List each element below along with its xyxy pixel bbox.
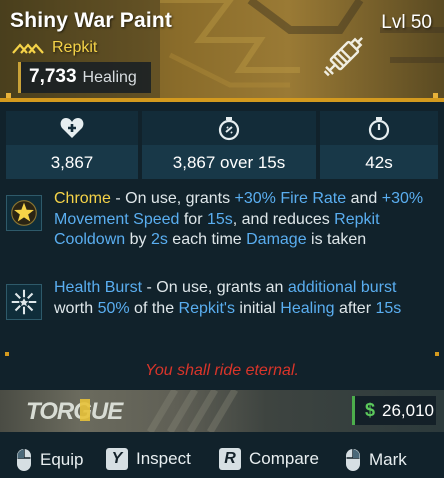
item-header: Shiny War Paint Lvl 50 Repkit 7,733 Heal… bbox=[0, 0, 444, 102]
item-level: Lvl 50 bbox=[381, 12, 432, 33]
chrome-star-icon bbox=[6, 195, 42, 231]
inspect-label: Inspect bbox=[136, 449, 191, 468]
item-type: Repkit bbox=[52, 39, 98, 56]
rarity-row: Repkit bbox=[12, 39, 97, 57]
mouse-right-icon bbox=[346, 449, 360, 471]
currency-icon: $ bbox=[365, 400, 376, 420]
item-name: Shiny War Paint bbox=[10, 9, 173, 32]
stat-value: 3,867 over 15s bbox=[172, 153, 286, 172]
equip-action[interactable]: Equip bbox=[16, 448, 83, 472]
rarity-chevrons-icon bbox=[12, 43, 44, 54]
stat-heal-amount: 3,867 bbox=[6, 111, 138, 179]
stats-row: 3,867 3,867 over 15s 42s bbox=[6, 111, 438, 179]
divider-marker-left bbox=[5, 352, 9, 356]
item-card: Shiny War Paint Lvl 50 Repkit 7,733 Heal… bbox=[0, 0, 444, 478]
inspect-action[interactable]: Y Inspect bbox=[106, 448, 191, 470]
perk-description: Health Burst - On use, grants an additio… bbox=[54, 279, 402, 317]
health-burst-icon bbox=[6, 284, 42, 320]
stat-value: 3,867 bbox=[50, 153, 94, 172]
stat-value: 42s bbox=[365, 153, 393, 172]
perk-description: Chrome - On use, grants +30% Fire Rate a… bbox=[54, 190, 424, 248]
mark-action[interactable]: Mark bbox=[345, 448, 407, 472]
healing-box: 7,733 Healing bbox=[18, 62, 151, 93]
header-gold-line bbox=[0, 98, 444, 102]
compare-action[interactable]: R Compare bbox=[219, 448, 319, 470]
stat-heal-over-time: 3,867 over 15s bbox=[142, 111, 316, 179]
flavor-text: You shall ride eternal. bbox=[145, 362, 299, 379]
price-box: $ 26,010 bbox=[352, 396, 436, 425]
torgue-logo: TORGUE bbox=[26, 398, 125, 425]
y-key-icon: Y bbox=[106, 448, 128, 470]
perk-name: Health Burst bbox=[54, 279, 143, 296]
perk-name: Chrome bbox=[54, 190, 111, 207]
mark-label: Mark bbox=[369, 450, 407, 469]
healing-value: 7,733 bbox=[29, 66, 77, 87]
perk-chrome: Chrome - On use, grants +30% Fire Rate a… bbox=[6, 189, 438, 251]
r-key-icon: R bbox=[219, 448, 241, 470]
cooldown-timer-icon bbox=[368, 117, 390, 141]
healing-label: Healing bbox=[82, 69, 137, 86]
compare-label: Compare bbox=[249, 449, 319, 468]
equip-label: Equip bbox=[40, 450, 84, 469]
perk-health-burst: Health Burst - On use, grants an additio… bbox=[6, 278, 438, 320]
mouse-left-icon bbox=[17, 449, 31, 471]
stat-cooldown: 42s bbox=[320, 111, 438, 179]
divider-marker-right bbox=[435, 352, 439, 356]
timer-heal-icon bbox=[218, 117, 240, 141]
heart-plus-icon bbox=[60, 118, 84, 138]
svg-text:TORGUE: TORGUE bbox=[26, 398, 124, 425]
price-value: 26,010 bbox=[382, 400, 435, 420]
syringe-icon bbox=[323, 37, 363, 77]
